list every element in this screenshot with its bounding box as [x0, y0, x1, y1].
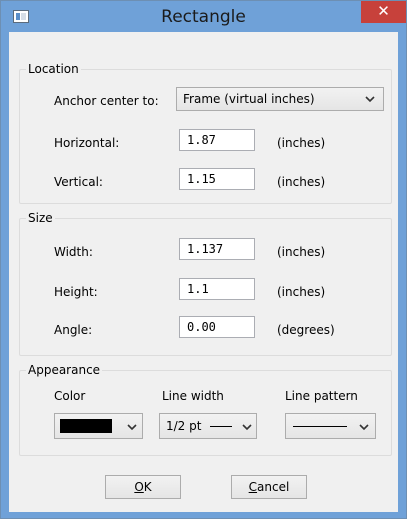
chevron-down-icon [359, 424, 369, 431]
chevron-down-icon [127, 424, 137, 431]
color-label: Color [54, 389, 86, 403]
width-unit: (inches) [277, 245, 326, 259]
ok-button[interactable]: OK [105, 475, 181, 499]
color-dropdown[interactable] [54, 413, 143, 439]
height-label: Height: [54, 285, 98, 299]
width-label: Width: [54, 245, 93, 259]
angle-input[interactable]: 0.00 [179, 316, 255, 338]
color-swatch [60, 419, 112, 433]
horizontal-unit: (inches) [277, 136, 326, 150]
dialog-title: Rectangle [161, 7, 246, 27]
line-pattern-sample [293, 426, 347, 427]
line-width-value: 1/2 pt [166, 419, 202, 433]
angle-unit: (degrees) [277, 323, 335, 337]
appearance-group-title: Appearance [26, 363, 103, 377]
chevron-down-icon [365, 96, 375, 103]
ok-button-mnemonic: O [134, 480, 144, 494]
vertical-input[interactable]: 1.15 [179, 168, 255, 190]
close-button[interactable]: ✕ [361, 1, 406, 23]
cancel-button-mnemonic: C [248, 480, 258, 494]
anchor-dropdown[interactable]: Frame (virtual inches) [176, 87, 384, 111]
angle-label: Angle: [54, 323, 93, 337]
horizontal-input[interactable]: 1.87 [179, 129, 255, 151]
anchor-label: Anchor center to: [54, 94, 159, 108]
height-input[interactable]: 1.1 [179, 278, 255, 300]
chevron-down-icon [242, 424, 252, 431]
ok-button-label-rest: K [143, 480, 152, 494]
cancel-button[interactable]: Cancel [231, 475, 307, 499]
dialog-body: Location Anchor center to: Frame (virtua… [9, 32, 398, 512]
height-unit: (inches) [277, 285, 326, 299]
line-width-dropdown[interactable]: 1/2 pt [159, 413, 257, 439]
line-width-sample [210, 426, 232, 427]
title-bar[interactable]: Rectangle ✕ [1, 1, 406, 32]
rectangle-dialog: Rectangle ✕ Location Anchor center to: F… [0, 0, 407, 519]
anchor-dropdown-value: Frame (virtual inches) [183, 92, 315, 106]
width-input[interactable]: 1.137 [179, 238, 255, 260]
line-width-label: Line width [162, 389, 224, 403]
vertical-label: Vertical: [54, 175, 103, 189]
line-pattern-dropdown[interactable] [285, 413, 376, 439]
cancel-button-label-rest: ancel [257, 480, 290, 494]
vertical-unit: (inches) [277, 175, 326, 189]
location-group-title: Location [26, 62, 81, 76]
size-group-title: Size [26, 211, 55, 225]
horizontal-label: Horizontal: [54, 136, 120, 150]
line-pattern-label: Line pattern [285, 389, 358, 403]
